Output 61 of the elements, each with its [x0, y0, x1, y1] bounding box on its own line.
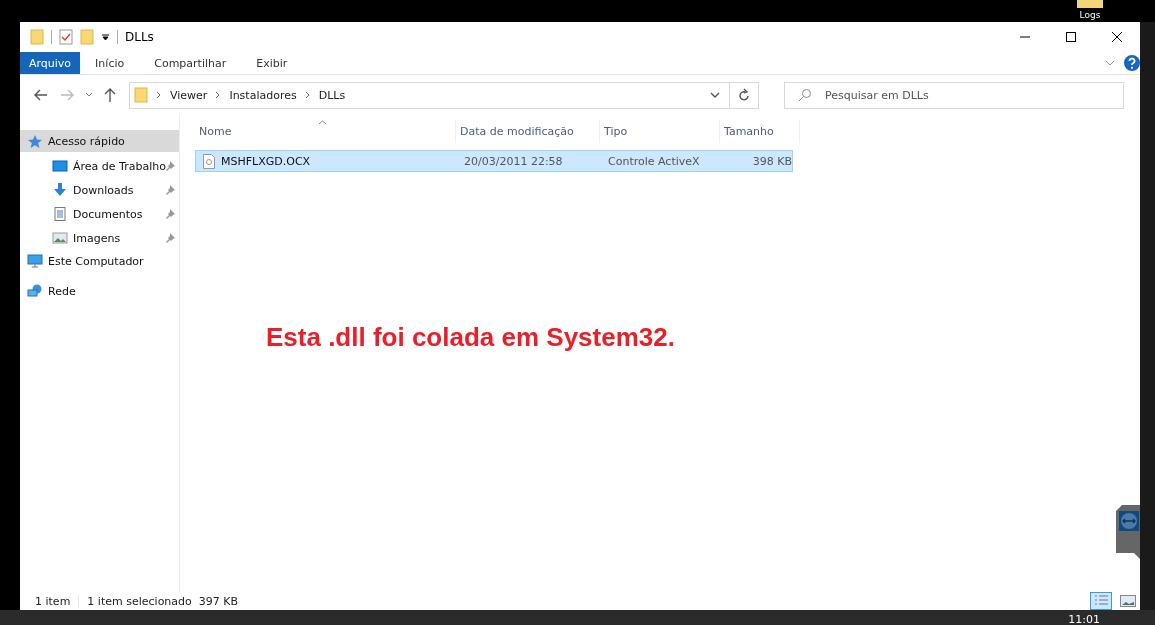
- search-icon: [798, 87, 812, 102]
- clock-text[interactable]: 11:01: [1068, 612, 1100, 625]
- sidebar-item[interactable]: Acesso rápido: [20, 130, 179, 152]
- column-header[interactable]: Tamanho: [720, 120, 800, 143]
- file-row[interactable]: MSHFLXGD.OCX 20/03/2011 22:58 Controle ActiveX 398 KB: [195, 150, 793, 172]
- annotation-text: Esta .dll foi colada em System32.: [266, 322, 675, 353]
- breadcrumb[interactable]: Viewer: [170, 88, 208, 102]
- caret-icon[interactable]: [85, 92, 93, 98]
- up-icon[interactable]: [103, 87, 117, 103]
- star-icon: [27, 134, 43, 148]
- column-header[interactable]: Tipo: [600, 120, 720, 143]
- pin-icon[interactable]: [165, 209, 175, 219]
- dropdown-icon[interactable]: [101, 33, 110, 41]
- network-icon: [27, 284, 43, 298]
- dropdown-icon[interactable]: [709, 91, 721, 99]
- image-icon: [52, 231, 68, 245]
- sidebar-item[interactable]: Imagens: [20, 226, 179, 250]
- pin-icon[interactable]: [165, 161, 175, 171]
- chevron-icon[interactable]: [156, 91, 162, 99]
- folder-icon: [134, 87, 148, 103]
- column-header[interactable]: Nome: [195, 120, 456, 143]
- ribbon-tab[interactable]: Compartilhar: [139, 52, 242, 74]
- pin-icon[interactable]: [165, 233, 175, 243]
- column-header[interactable]: Data de modificação: [456, 120, 600, 143]
- computer-icon: [27, 254, 43, 268]
- search-field[interactable]: Pesquisar em DLLs: [784, 81, 1124, 109]
- breadcrumb[interactable]: DLLs: [318, 88, 346, 102]
- chevron-icon[interactable]: [304, 91, 311, 99]
- desktop-icon: [52, 159, 68, 173]
- chevron-icon[interactable]: [1104, 59, 1116, 67]
- sidebar-item[interactable]: Documentos: [20, 202, 179, 226]
- file-icon: [203, 153, 215, 169]
- image-view-icon[interactable]: [1120, 594, 1136, 608]
- status-text: 1 item selecionado 397 KB: [87, 594, 239, 608]
- document-icon: [52, 207, 68, 221]
- desktop-icon-label[interactable]: Logs: [1079, 10, 1101, 21]
- address-bar[interactable]: Viewer Instaladores DLLs: [129, 81, 759, 109]
- sidebar-item[interactable]: Este Computador: [20, 250, 179, 272]
- refresh-icon[interactable]: [738, 88, 750, 102]
- sidebar-item[interactable]: Rede: [20, 280, 179, 302]
- remote-control-icon[interactable]: [1116, 505, 1140, 559]
- chevron-icon[interactable]: [215, 91, 222, 99]
- table-cell: 398 KB: [752, 154, 792, 168]
- ribbon-tab[interactable]: Exibir: [241, 52, 303, 74]
- download-icon: [52, 183, 68, 197]
- pin-icon[interactable]: [165, 185, 175, 195]
- status-text: 1 item: [35, 594, 71, 608]
- sort-icon: [318, 120, 327, 125]
- breadcrumb[interactable]: Instaladores: [229, 88, 297, 102]
- window-title: DLLs: [125, 30, 154, 44]
- table-cell: Controle ActiveX: [608, 154, 700, 168]
- ribbon-tab[interactable]: Arquivo: [20, 52, 81, 74]
- table-cell: 20/03/2011 22:58: [464, 154, 563, 168]
- table-cell: MSHFLXGD.OCX: [221, 154, 311, 168]
- sidebar-item[interactable]: Downloads: [20, 178, 179, 202]
- folder-icon[interactable]: [1075, 0, 1105, 10]
- sidebar-item[interactable]: Área de Trabalho: [20, 154, 179, 178]
- back-icon[interactable]: [33, 88, 49, 102]
- properties-icon[interactable]: [59, 29, 73, 45]
- ribbon-tab[interactable]: Início: [80, 52, 140, 74]
- help-icon[interactable]: [1124, 55, 1140, 71]
